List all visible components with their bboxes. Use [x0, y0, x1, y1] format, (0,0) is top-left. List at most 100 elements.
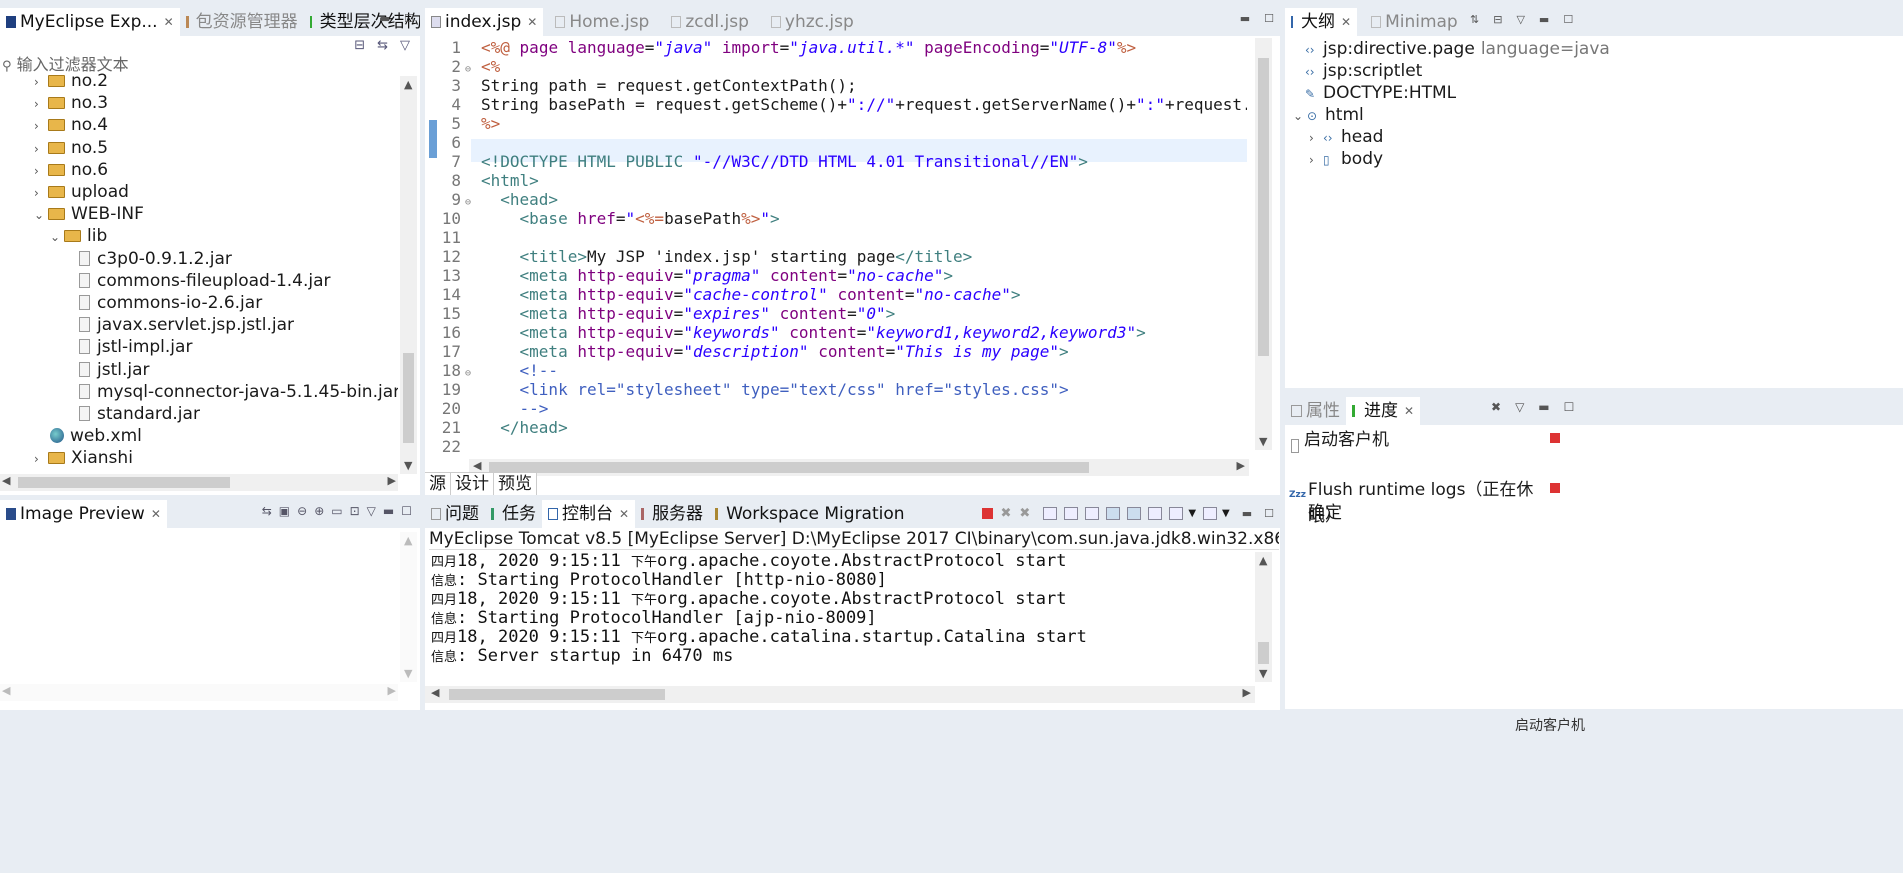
tab-properties[interactable]: 属性: [1285, 397, 1346, 425]
outline-item[interactable]: › ▯ body: [1309, 146, 1383, 173]
chevron-down-icon[interactable]: ⌄: [1293, 103, 1307, 130]
zoom-in-icon[interactable]: ⊕: [314, 504, 324, 518]
tab-problems[interactable]: 问题: [425, 500, 485, 528]
sort-icon[interactable]: ⇅: [1470, 13, 1479, 26]
view-menu-icon[interactable]: ▽: [1516, 13, 1524, 26]
maximize-icon[interactable]: ☐: [1564, 400, 1575, 414]
code-line[interactable]: 20 -->: [425, 399, 549, 418]
minimize-icon[interactable]: ▬: [383, 504, 394, 518]
console-vscroll-thumb[interactable]: [1258, 642, 1269, 664]
close-icon[interactable]: ✕: [1341, 9, 1351, 36]
tab-source[interactable]: 源: [425, 473, 451, 495]
view-menu-icon[interactable]: ▽: [1515, 400, 1524, 414]
code-line[interactable]: 19 <link rel="stylesheet" type="text/css…: [425, 380, 1069, 399]
show-on-stderr-icon[interactable]: [1127, 507, 1142, 520]
fit-image-icon[interactable]: ▣: [279, 504, 290, 518]
view-menu-icon[interactable]: ▽: [367, 504, 376, 518]
code-line[interactable]: 17 <meta http-equiv="description" conten…: [425, 342, 1069, 361]
fit-window-icon[interactable]: ⊡: [350, 504, 360, 518]
tab-console[interactable]: 控制台 ✕: [542, 500, 636, 528]
collapse-all-icon[interactable]: ⊟: [1493, 13, 1502, 26]
editor-hscroll[interactable]: ◀ ▶: [469, 459, 1249, 476]
code-line[interactable]: 6: [425, 133, 481, 152]
minimize-icon[interactable]: ▬: [1240, 12, 1250, 25]
code-line[interactable]: 18 ⊖ <!--: [425, 361, 558, 380]
code-line[interactable]: 4 String basePath = request.getScheme()+"…: [425, 95, 1247, 114]
open-console-icon[interactable]: [1203, 507, 1218, 520]
maximize-icon[interactable]: ☐: [401, 504, 412, 518]
tab-yhzc-jsp[interactable]: yhzc.jsp: [765, 8, 860, 36]
explorer-hscroll-thumb[interactable]: [18, 477, 230, 488]
editor-vscroll-thumb[interactable]: [1258, 58, 1269, 356]
terminate-icon[interactable]: [981, 508, 993, 519]
tab-design[interactable]: 设计: [451, 473, 494, 495]
stop-icon[interactable]: [1550, 433, 1560, 443]
close-icon[interactable]: ✕: [619, 501, 629, 528]
tab-minimap[interactable]: Minimap: [1365, 8, 1464, 36]
tab-preview[interactable]: 预览: [494, 473, 537, 495]
console-hscroll[interactable]: ◀ ▶: [425, 686, 1255, 703]
close-icon[interactable]: ✕: [151, 501, 161, 528]
code-line[interactable]: 21 </head>: [425, 418, 568, 437]
code-line[interactable]: 14 <meta http-equiv="cache-control" cont…: [425, 285, 1021, 304]
code-line[interactable]: 13 <meta http-equiv="pragma" content="no…: [425, 266, 953, 285]
code-line[interactable]: 5 %>: [425, 114, 500, 133]
code-line[interactable]: 2 ⊖ <%: [425, 57, 500, 76]
image-preview-vscroll[interactable]: ▲ ▼: [400, 532, 417, 682]
chevron-down-icon[interactable]: ⌄: [50, 224, 64, 251]
remove-all-icon[interactable]: ✖: [1491, 400, 1501, 414]
tab-myeclipse-explorer[interactable]: MyEclipse Exp... ✕: [0, 8, 180, 36]
code-line[interactable]: 10 <base href="<%=basePath%>">: [425, 209, 780, 228]
zoom-out-icon[interactable]: ⊖: [297, 504, 307, 518]
minimize-icon[interactable]: ▬: [1538, 400, 1549, 414]
maximize-icon[interactable]: ☐: [1264, 12, 1274, 25]
code-line[interactable]: 3 String path = request.getContextPath();: [425, 76, 856, 95]
tab-servers[interactable]: 服务器: [635, 500, 709, 528]
chevron-down-icon[interactable]: ⌄: [34, 202, 48, 229]
editor-hscroll-thumb[interactable]: [489, 462, 1089, 473]
stop-icon[interactable]: [1550, 483, 1560, 493]
tab-image-preview[interactable]: Image Preview ✕: [0, 500, 167, 528]
maximize-icon[interactable]: ☐: [404, 12, 414, 25]
explorer-vscroll[interactable]: ▲ ▼: [400, 76, 417, 474]
tab-home-jsp[interactable]: Home.jsp: [549, 8, 655, 36]
tab-package-explorer[interactable]: 包资源管理器: [180, 8, 304, 36]
minimize-icon[interactable]: ▬: [1242, 507, 1252, 520]
chevron-right-icon[interactable]: ›: [34, 446, 48, 473]
maximize-icon[interactable]: ☐: [1264, 507, 1274, 520]
chevron-down-icon[interactable]: ▼: [1188, 508, 1196, 519]
code-line[interactable]: 15 <meta http-equiv="expires" content="0…: [425, 304, 896, 323]
code-line[interactable]: 22: [425, 437, 481, 456]
view-menu-icon[interactable]: ▽: [400, 38, 410, 53]
close-icon[interactable]: ✕: [527, 9, 537, 36]
image-preview-hscroll[interactable]: ◀ ▶: [0, 684, 398, 701]
code-area[interactable]: 1 <%@ page language="java" import="java.u…: [425, 36, 1247, 458]
tab-index-jsp[interactable]: index.jsp ✕: [425, 8, 544, 36]
close-icon[interactable]: ✕: [1404, 398, 1414, 425]
maximize-icon[interactable]: ☐: [1563, 13, 1573, 26]
console-hscroll-thumb[interactable]: [449, 689, 665, 700]
tab-outline[interactable]: 大纲 ✕: [1285, 8, 1358, 36]
pin-console-icon[interactable]: [1148, 507, 1163, 520]
remove-launch-icon[interactable]: ✖: [1001, 506, 1012, 521]
code-line[interactable]: 7 <!DOCTYPE HTML PUBLIC "-//W3C//DTD HTML…: [425, 152, 1088, 171]
original-size-icon[interactable]: ▭: [331, 504, 342, 518]
sync-icon[interactable]: ⇆: [262, 504, 272, 518]
minimize-icon[interactable]: ▬: [1539, 13, 1549, 26]
code-line[interactable]: 8 <html>: [425, 171, 538, 190]
explorer-hscroll[interactable]: ◀ ▶: [0, 474, 398, 491]
editor-vscroll[interactable]: ▼: [1255, 38, 1272, 450]
scroll-lock-icon[interactable]: [1064, 507, 1079, 520]
console-vscroll[interactable]: ▲ ▼: [1255, 552, 1272, 682]
link-editor-icon[interactable]: ⇆: [377, 38, 388, 53]
code-line[interactable]: 11: [425, 228, 481, 247]
tab-workspace-migration[interactable]: Workspace Migration: [709, 500, 910, 528]
word-wrap-icon[interactable]: [1085, 507, 1100, 520]
show-on-stdout-icon[interactable]: [1106, 507, 1121, 520]
tab-progress[interactable]: 进度 ✕: [1346, 397, 1421, 425]
explorer-vscroll-thumb[interactable]: [403, 353, 414, 443]
tab-tasks[interactable]: 任务: [485, 500, 542, 528]
tree-item[interactable]: › Xianshi: [34, 445, 133, 472]
remove-all-icon[interactable]: ✖: [1019, 506, 1030, 521]
chevron-down-icon[interactable]: ▼: [1222, 508, 1230, 519]
